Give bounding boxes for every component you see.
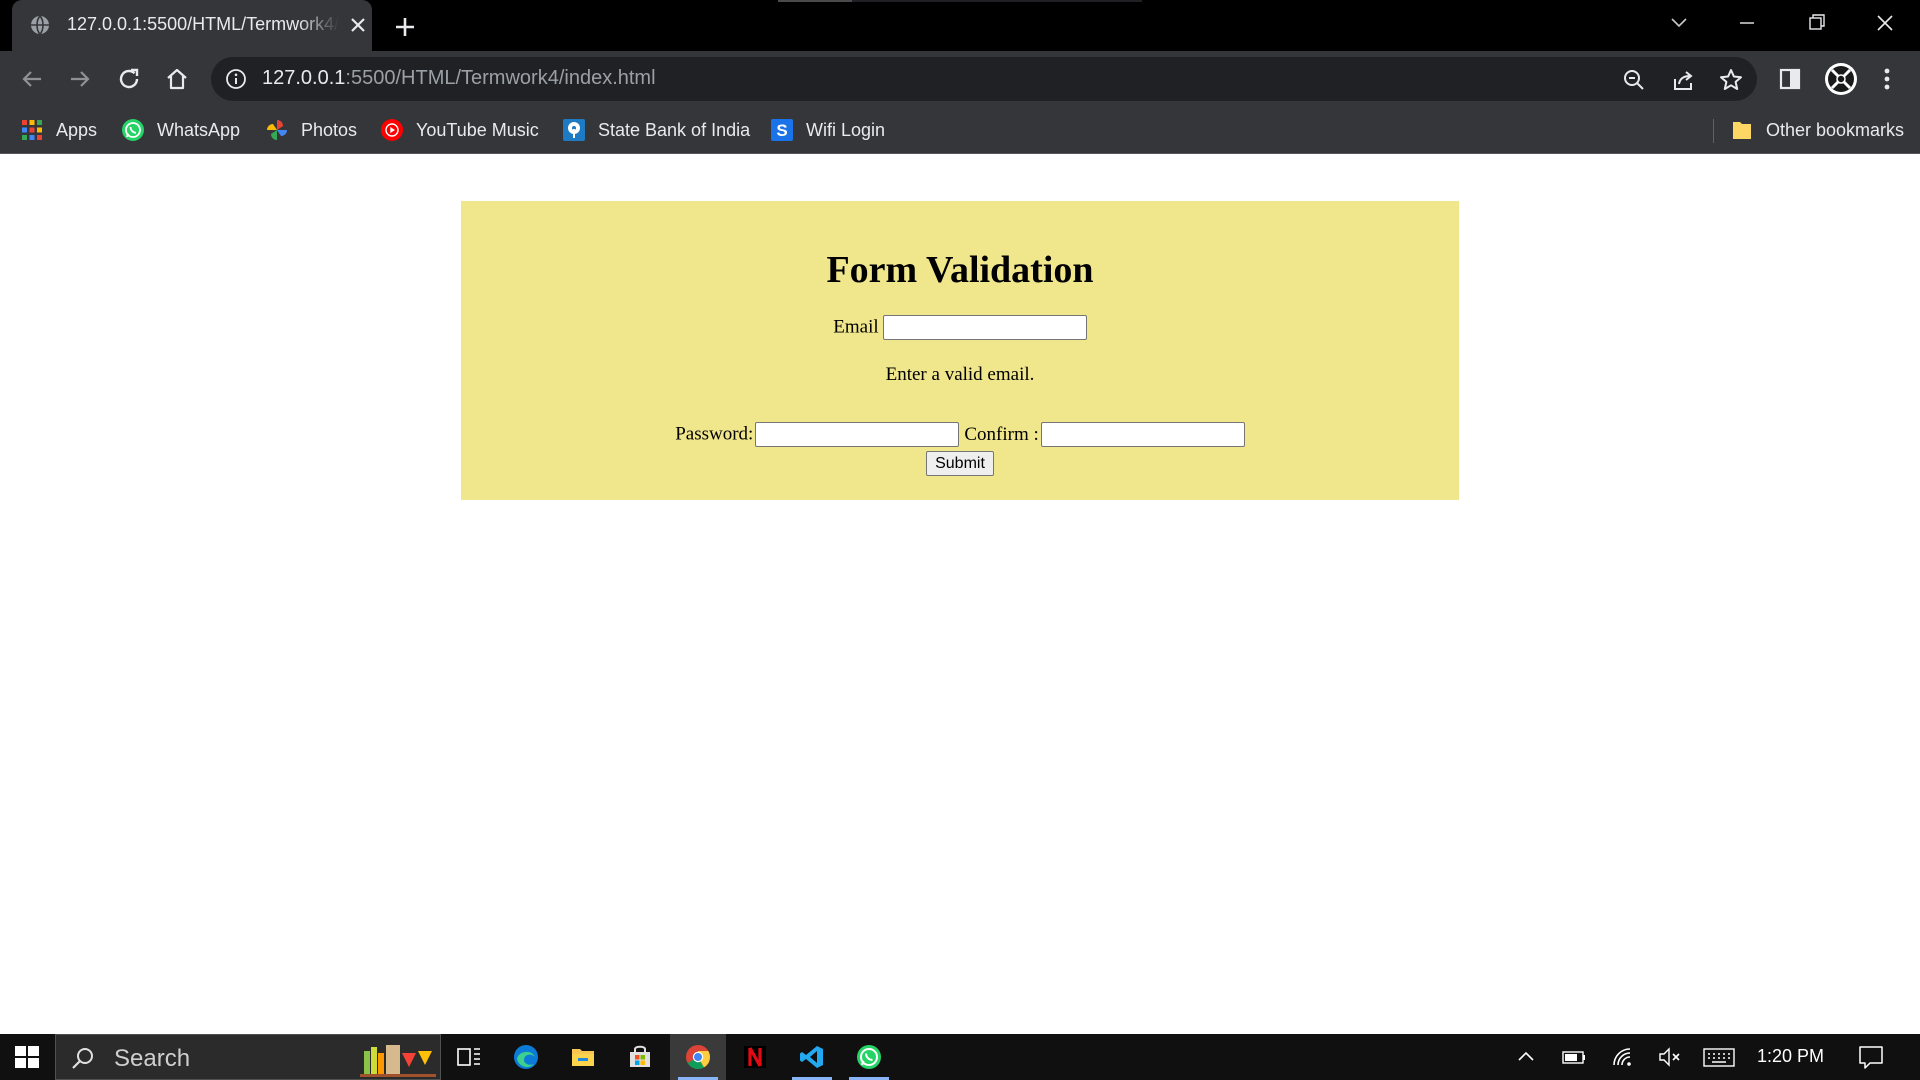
bookmark-label: State Bank of India (598, 119, 751, 140)
bookmark-sbi[interactable]: State Bank of India (562, 114, 750, 146)
apps-grid-icon (22, 120, 42, 140)
search-highlight-icon (360, 1045, 436, 1077)
site-info-icon[interactable] (225, 68, 247, 90)
edge-icon (514, 1045, 538, 1069)
vscode-icon (800, 1046, 823, 1068)
bookmark-label: Wifi Login (806, 119, 886, 140)
bookmark-wifi-login[interactable]: S Wifi Login (770, 114, 885, 146)
forward-icon[interactable] (64, 63, 96, 95)
volume-muted-icon[interactable] (1656, 1044, 1684, 1070)
page-title: Form Validation (826, 249, 1094, 291)
bookmark-whatsapp[interactable]: WhatsApp (121, 114, 240, 146)
bookmark-photos[interactable]: Photos (265, 114, 357, 146)
back-icon[interactable] (16, 63, 48, 95)
browser-titlebar: 127.0.0.1:5500/HTML/Termwork4/index.html (0, 0, 1920, 51)
network-icon[interactable] (1609, 1044, 1637, 1070)
whatsapp-icon (857, 1045, 881, 1069)
chrome-icon (686, 1045, 710, 1070)
folder-icon (1733, 122, 1751, 139)
bookmark-label: YouTube Music (416, 119, 539, 140)
password-row: Password: Confirm : (461, 422, 1459, 447)
address-bar[interactable]: 127.0.0.1:5500/HTML/Termwork4/index.html (211, 57, 1757, 101)
bookmarks-bar: Apps WhatsApp Photos YouTube Music State… (0, 107, 1920, 154)
confirm-password-field[interactable] (1040, 422, 1245, 447)
google-photos-icon (267, 120, 287, 140)
taskbar-vscode[interactable] (784, 1034, 840, 1080)
bookmarks-separator (1713, 119, 1714, 143)
tab-search-chevron-icon[interactable] (1656, 8, 1702, 38)
search-label: Search (114, 1045, 191, 1072)
bookmark-apps[interactable]: Apps (20, 114, 97, 146)
microsoft-store-icon (630, 1045, 650, 1067)
menu-kebab-icon[interactable] (1871, 63, 1903, 95)
other-bookmarks-label: Other bookmarks (1766, 119, 1905, 140)
windows-taskbar: Search 1:20 PM (0, 1034, 1920, 1080)
taskbar-edge[interactable] (498, 1034, 554, 1080)
taskbar-file-explorer[interactable] (555, 1034, 611, 1080)
password-field[interactable] (755, 422, 960, 447)
keyboard-icon[interactable] (1702, 1044, 1736, 1070)
taskbar-clock[interactable]: 1:20 PM (1757, 1046, 1824, 1067)
globe-icon (31, 15, 49, 35)
notifications-icon[interactable] (1856, 1044, 1886, 1070)
youtube-music-icon (381, 119, 403, 141)
url-host: 127.0.0.1 (262, 67, 346, 89)
new-tab-icon[interactable] (390, 12, 420, 42)
profile-avatar[interactable] (1823, 61, 1859, 97)
wifi-login-icon: S (771, 119, 793, 141)
netflix-icon (744, 1046, 766, 1068)
tab-title: 127.0.0.1:5500/HTML/Termwork4/index.html (67, 14, 339, 34)
zoom-icon[interactable] (1621, 67, 1647, 93)
close-tab-icon[interactable] (346, 13, 370, 37)
taskbar-task-view[interactable] (441, 1034, 497, 1080)
whatsapp-icon (122, 119, 144, 141)
minimize-icon[interactable] (1724, 8, 1770, 38)
bookmark-label: Photos (301, 119, 358, 140)
page-viewport: Form Validation Email Enter a valid emai… (0, 155, 1920, 1034)
inactive-tab-strip-segment (778, 0, 852, 2)
email-row: Email (461, 315, 1459, 340)
taskbar-store[interactable] (612, 1034, 668, 1080)
windows-start-icon[interactable] (0, 1034, 54, 1080)
taskbar-whatsapp[interactable] (841, 1034, 897, 1080)
taskbar-chrome[interactable] (670, 1034, 726, 1080)
task-view-icon (457, 1048, 480, 1066)
taskbar-netflix[interactable] (727, 1034, 783, 1080)
restore-icon[interactable] (1793, 8, 1839, 38)
bookmark-star-icon[interactable] (1718, 67, 1744, 93)
battery-icon[interactable] (1560, 1044, 1588, 1070)
search-icon (72, 1048, 93, 1069)
active-tab[interactable]: 127.0.0.1:5500/HTML/Termwork4/index.html (12, 0, 372, 51)
bookmark-youtube-music[interactable]: YouTube Music (380, 114, 539, 146)
taskbar-search[interactable]: Search (55, 1034, 441, 1080)
url-text: 127.0.0.1:5500/HTML/Termwork4/index.html (262, 67, 656, 90)
sbi-icon (563, 119, 585, 141)
submit-button[interactable]: Submit (926, 451, 994, 476)
other-bookmarks[interactable]: Other bookmarks (1730, 114, 1904, 146)
file-explorer-icon (572, 1049, 594, 1066)
url-path: :5500/HTML/Termwork4/index.html (345, 67, 656, 89)
reload-icon[interactable] (113, 63, 145, 95)
svg-text:S: S (776, 121, 787, 140)
email-field[interactable] (882, 315, 1087, 340)
password-label: Password: (675, 423, 754, 445)
close-window-icon[interactable] (1862, 8, 1908, 38)
home-icon[interactable] (161, 63, 193, 95)
form-container: Form Validation Email Enter a valid emai… (461, 201, 1459, 500)
bookmark-label: WhatsApp (157, 119, 241, 140)
side-panel-icon[interactable] (1774, 63, 1806, 95)
email-hint: Enter a valid email. (885, 364, 1035, 385)
confirm-label: Confirm : (964, 423, 1039, 445)
browser-toolbar: 127.0.0.1:5500/HTML/Termwork4/index.html (0, 51, 1920, 107)
share-icon[interactable] (1670, 67, 1696, 93)
bookmark-label: Apps (56, 119, 98, 140)
email-label: Email (833, 316, 879, 338)
show-hidden-icons-chevron-icon[interactable] (1512, 1044, 1540, 1070)
